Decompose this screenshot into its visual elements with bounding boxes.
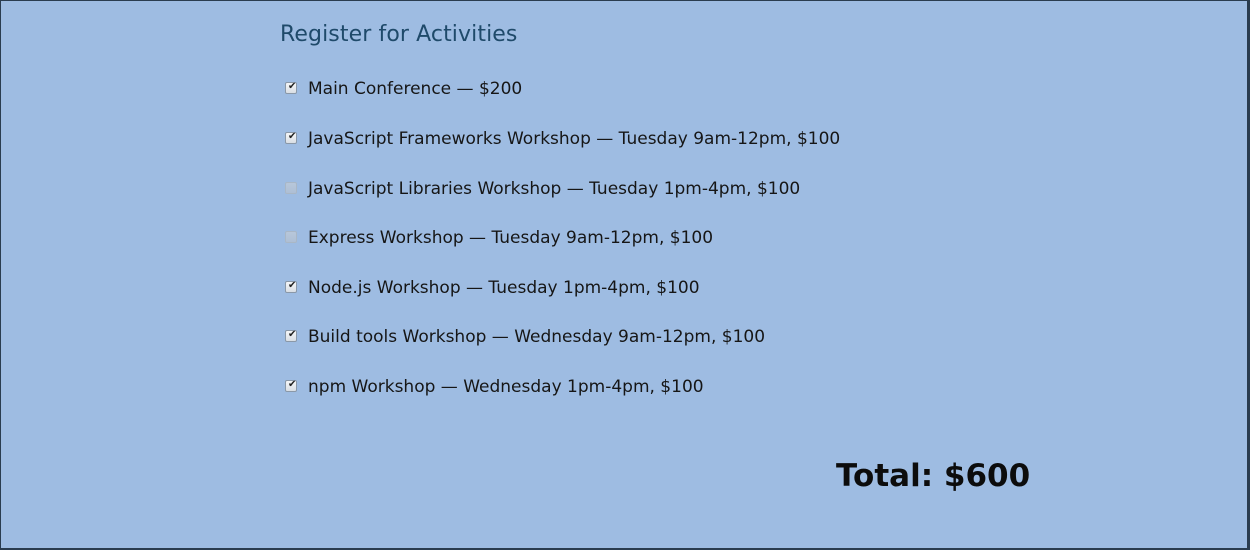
checkbox-js-frameworks[interactable]: ✔ <box>285 131 297 144</box>
activity-label[interactable]: Express Workshop — Tuesday 9am-12pm, $10… <box>308 228 713 248</box>
activity-label[interactable]: Main Conference — $200 <box>308 79 522 99</box>
activity-js-libraries[interactable]: JavaScript Libraries Workshop — Tuesday … <box>285 178 800 200</box>
activity-label[interactable]: Build tools Workshop — Wednesday 9am-12p… <box>308 327 765 347</box>
checkbox-build-tools[interactable]: ✔ <box>285 329 297 342</box>
total-cost: Total: $600 <box>836 458 1031 494</box>
checkbox-express[interactable] <box>285 231 297 243</box>
checkbox-nodejs[interactable]: ✔ <box>285 280 297 293</box>
checkmark-icon: ✔ <box>288 280 297 291</box>
checkmark-icon: ✔ <box>288 81 297 92</box>
registration-form: Register for Activities ✔ Main Conferenc… <box>0 0 1250 550</box>
activity-label[interactable]: JavaScript Libraries Workshop — Tuesday … <box>308 179 800 199</box>
checkbox-npm[interactable]: ✔ <box>285 379 297 392</box>
checkbox-js-libraries[interactable] <box>285 182 297 194</box>
activity-js-frameworks[interactable]: ✔ JavaScript Frameworks Workshop — Tuesd… <box>285 128 840 150</box>
checkmark-icon: ✔ <box>288 131 297 142</box>
section-title: Register for Activities <box>280 22 518 47</box>
activity-label[interactable]: JavaScript Frameworks Workshop — Tuesday… <box>308 129 840 149</box>
activity-label[interactable]: npm Workshop — Wednesday 1pm-4pm, $100 <box>308 377 704 397</box>
activity-nodejs[interactable]: ✔ Node.js Workshop — Tuesday 1pm-4pm, $1… <box>285 277 700 299</box>
activity-build-tools[interactable]: ✔ Build tools Workshop — Wednesday 9am-1… <box>285 326 765 348</box>
activity-npm[interactable]: ✔ npm Workshop — Wednesday 1pm-4pm, $100 <box>285 376 704 398</box>
checkmark-icon: ✔ <box>288 379 297 390</box>
activity-label[interactable]: Node.js Workshop — Tuesday 1pm-4pm, $100 <box>308 278 700 298</box>
activity-main-conference[interactable]: ✔ Main Conference — $200 <box>285 78 522 100</box>
checkmark-icon: ✔ <box>288 329 297 340</box>
checkbox-main-conference[interactable]: ✔ <box>285 81 297 94</box>
activity-express[interactable]: Express Workshop — Tuesday 9am-12pm, $10… <box>285 227 713 249</box>
